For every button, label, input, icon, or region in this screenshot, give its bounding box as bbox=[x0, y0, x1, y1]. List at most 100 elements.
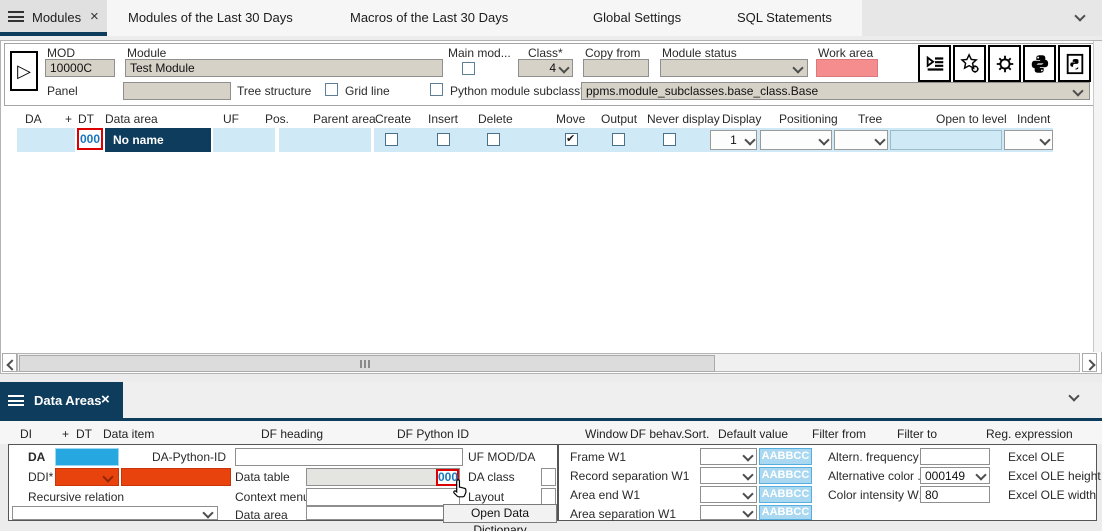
row-cell-pos-parent[interactable] bbox=[279, 128, 371, 152]
open-to-level-field[interactable] bbox=[890, 130, 1002, 150]
main-mod-checkbox[interactable] bbox=[462, 62, 475, 75]
column-header-da: DA bbox=[25, 112, 42, 126]
data-area-field[interactable] bbox=[306, 506, 460, 520]
da-class-field[interactable] bbox=[541, 468, 556, 486]
column-header-open-to-level: Open to level bbox=[936, 112, 1007, 126]
row-cell-da[interactable] bbox=[17, 128, 75, 152]
run-options-button[interactable] bbox=[918, 45, 951, 82]
panel-label: Panel bbox=[47, 84, 78, 98]
altern-frequency-label: Altern. frequency bbox=[828, 450, 919, 464]
copy-from-field[interactable] bbox=[583, 59, 649, 77]
scroll-left-button[interactable] bbox=[2, 353, 17, 372]
uf-mod-da-label: UF MOD/DA bbox=[468, 450, 535, 464]
ddi-label: DDI* bbox=[28, 470, 53, 484]
column-header-data-area: Data area bbox=[105, 112, 158, 126]
main-mod-label: Main mod... bbox=[448, 46, 511, 60]
work-area-field[interactable] bbox=[816, 59, 878, 77]
tab-modules[interactable]: Modules × bbox=[0, 0, 107, 32]
create-checkbox[interactable] bbox=[385, 133, 398, 146]
top-tab-bar: Modules × Modules of the Last 30 Days Ma… bbox=[0, 0, 1102, 36]
frame-w1-label: Frame W1 bbox=[570, 450, 626, 464]
tab-data-areas[interactable]: Data Areas × bbox=[0, 382, 123, 418]
data-area-label: Data area bbox=[235, 508, 288, 522]
python-button[interactable] bbox=[1023, 45, 1056, 82]
python-icon bbox=[1029, 53, 1051, 75]
tab-sql-statements[interactable]: SQL Statements bbox=[737, 10, 832, 25]
column-header-default-value: Default value bbox=[718, 427, 788, 441]
ddi-field[interactable] bbox=[121, 468, 231, 486]
scroll-right-button[interactable] bbox=[1082, 353, 1097, 372]
chevron-down-icon[interactable] bbox=[1074, 10, 1085, 21]
column-header-output: Output bbox=[601, 112, 637, 126]
excel-ole-label: Excel OLE bbox=[1008, 450, 1065, 464]
context-menu-field[interactable] bbox=[306, 488, 460, 506]
column-header-dt: DT bbox=[76, 427, 92, 441]
grid-line-label: Grid line bbox=[345, 84, 390, 98]
hand-cursor-icon bbox=[448, 478, 470, 500]
star-gear-icon bbox=[959, 53, 981, 75]
close-icon[interactable]: × bbox=[90, 9, 99, 24]
python-subclass-dropdown[interactable]: ppms.module_subclasses.base_class.Base bbox=[581, 82, 1090, 100]
data-areas-tab-bar: Data Areas × bbox=[0, 382, 1102, 418]
output-checkbox[interactable] bbox=[612, 133, 625, 146]
area-end-w1-label: Area end W1 bbox=[570, 488, 640, 502]
module-status-dropdown[interactable] bbox=[660, 59, 808, 77]
tab-modules-last-30-days[interactable]: Modules of the Last 30 Days bbox=[128, 10, 293, 25]
column-header-dt: DT bbox=[78, 112, 94, 126]
recursive-relation-label: Recursive relation bbox=[28, 490, 124, 504]
add-row-button[interactable]: + bbox=[62, 427, 69, 441]
hscrollbar-track[interactable] bbox=[17, 353, 1080, 372]
area-end-w1-color-field[interactable]: AABBCC bbox=[759, 486, 812, 503]
altern-frequency-field[interactable] bbox=[920, 448, 990, 465]
python-subclass-checkbox[interactable] bbox=[430, 83, 443, 96]
excel-ole-height-label: Excel OLE height bbox=[1008, 469, 1101, 483]
python-file-icon bbox=[1064, 53, 1086, 75]
column-header-sort: Sort. bbox=[684, 427, 709, 441]
python-subclass-label: Python module subclass* bbox=[450, 84, 585, 98]
area-separation-w1-label: Area separation W1 bbox=[570, 507, 676, 521]
da-field[interactable] bbox=[55, 448, 119, 466]
tab-global-settings[interactable]: Global Settings bbox=[593, 10, 681, 25]
mod-field[interactable]: 10000C bbox=[45, 59, 115, 77]
record-separation-w1-color-field[interactable]: AABBCC bbox=[759, 467, 812, 484]
column-header-di: DI bbox=[20, 427, 32, 441]
run-button[interactable]: ▷ bbox=[10, 51, 38, 91]
favorites-settings-button[interactable] bbox=[953, 45, 986, 82]
work-area-label: Work area bbox=[818, 46, 873, 60]
layout-label: Layout bbox=[468, 490, 504, 504]
tab-macros-last-30-days[interactable]: Macros of the Last 30 Days bbox=[350, 10, 508, 25]
chevron-down-icon[interactable] bbox=[1068, 390, 1079, 401]
panel-field[interactable] bbox=[123, 82, 231, 100]
insert-checkbox[interactable] bbox=[437, 133, 450, 146]
alternative-color-label: Alternative color ... bbox=[828, 469, 927, 483]
menu-icon[interactable] bbox=[8, 395, 24, 406]
tooltip-open-data-dictionary: Open Data Dictionary bbox=[443, 504, 557, 523]
da-label: DA bbox=[28, 450, 45, 464]
never-display-checkbox[interactable] bbox=[663, 133, 676, 146]
recursive-relation-dropdown[interactable] bbox=[12, 506, 218, 520]
frame-w1-color-field[interactable]: AABBCC bbox=[759, 448, 812, 465]
color-intensity-w1-field[interactable]: 80 bbox=[920, 486, 990, 503]
column-header-filter-to: Filter to bbox=[897, 427, 937, 441]
area-separation-w1-color-field[interactable]: AABBCC bbox=[759, 505, 812, 520]
move-checkbox[interactable] bbox=[565, 133, 578, 146]
vertical-scrollbar[interactable] bbox=[1093, 41, 1102, 352]
close-icon[interactable]: × bbox=[101, 392, 110, 407]
hscrollbar-thumb[interactable] bbox=[19, 355, 715, 372]
python-file-button[interactable] bbox=[1058, 45, 1091, 82]
mod-label: MOD bbox=[47, 46, 75, 60]
da-python-id-field[interactable] bbox=[235, 448, 463, 466]
menu-icon[interactable] bbox=[8, 11, 24, 22]
run-options-icon bbox=[924, 53, 946, 75]
copy-from-label: Copy from bbox=[585, 46, 640, 60]
row-cell-uf[interactable] bbox=[213, 128, 275, 152]
grid-line-checkbox[interactable] bbox=[325, 83, 338, 96]
row-data-area-name[interactable]: No name bbox=[105, 128, 211, 152]
row-dt-code[interactable]: 000 bbox=[77, 128, 103, 150]
column-header-tree: Tree bbox=[858, 112, 882, 126]
add-row-button[interactable]: + bbox=[65, 112, 72, 126]
data-table-label: Data table bbox=[235, 470, 290, 484]
settings-button[interactable] bbox=[988, 45, 1021, 82]
module-field[interactable]: Test Module bbox=[125, 59, 443, 77]
delete-checkbox[interactable] bbox=[487, 133, 500, 146]
